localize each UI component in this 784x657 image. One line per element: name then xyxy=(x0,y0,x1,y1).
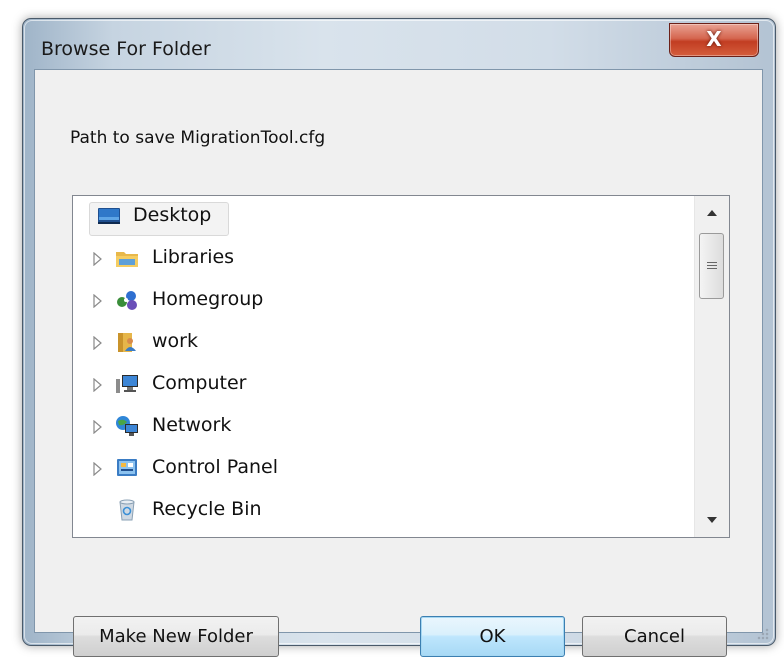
tree-item-label: Computer xyxy=(152,372,247,394)
expand-arrow-icon[interactable] xyxy=(93,335,103,351)
tree-item-work[interactable]: work xyxy=(73,325,693,359)
browse-for-folder-window: Browse For Folder X Path to save Migrati… xyxy=(22,18,776,657)
close-button[interactable]: X xyxy=(669,23,759,57)
tree-item-label: Homegroup xyxy=(152,288,264,310)
resize-grip-icon[interactable] xyxy=(755,626,769,640)
user-folder-icon xyxy=(118,333,136,352)
tree-item-label: Network xyxy=(152,414,232,436)
ok-button[interactable]: OK xyxy=(420,616,565,657)
tree-item-homegroup[interactable]: Homegroup xyxy=(73,283,693,317)
tree-item-label: Libraries xyxy=(152,246,235,268)
tree-item-label: work xyxy=(152,330,198,352)
tree-item-libraries[interactable]: Libraries xyxy=(73,241,693,275)
expand-arrow-icon[interactable] xyxy=(93,419,103,435)
folder-tree[interactable]: Desktop Libraries Homegroup work Compute… xyxy=(72,195,730,538)
tree-item-label: Control Panel xyxy=(152,456,278,478)
window-title: Browse For Folder xyxy=(41,38,211,60)
close-icon: X xyxy=(706,27,722,51)
expand-arrow-icon[interactable] xyxy=(93,251,103,267)
tree-item-computer[interactable]: Computer xyxy=(73,367,693,401)
make-new-folder-button[interactable]: Make New Folder xyxy=(73,616,279,657)
tree-item-desktop[interactable]: Desktop xyxy=(73,199,693,236)
tree-item-label: Recycle Bin xyxy=(152,498,262,520)
expand-arrow-icon[interactable] xyxy=(93,461,103,477)
control-panel-icon xyxy=(117,459,137,476)
expand-arrow-icon[interactable] xyxy=(93,377,103,393)
vertical-scrollbar[interactable] xyxy=(694,196,729,537)
tree-item-control-panel[interactable]: Control Panel xyxy=(73,451,693,485)
scroll-up-arrow-icon[interactable] xyxy=(695,196,729,230)
tree-item-recycle-bin[interactable]: Recycle Bin xyxy=(73,493,693,527)
network-icon xyxy=(116,416,138,436)
dialog-description: Path to save MigrationTool.cfg xyxy=(70,128,326,148)
libraries-icon xyxy=(116,252,138,267)
scroll-thumb[interactable] xyxy=(699,233,724,299)
scroll-down-arrow-icon[interactable] xyxy=(695,503,729,537)
recycle-bin-icon xyxy=(119,499,135,521)
dialog-body: Path to save MigrationTool.cfg Desktop L… xyxy=(34,69,763,657)
scroll-grip-icon xyxy=(707,262,717,263)
homegroup-icon xyxy=(117,291,137,310)
tree-item-label: Desktop xyxy=(133,204,212,226)
cancel-button[interactable]: Cancel xyxy=(582,616,727,657)
expand-arrow-icon[interactable] xyxy=(93,293,103,309)
desktop-icon xyxy=(98,208,120,224)
computer-icon xyxy=(116,375,138,393)
tree-item-network[interactable]: Network xyxy=(73,409,693,443)
